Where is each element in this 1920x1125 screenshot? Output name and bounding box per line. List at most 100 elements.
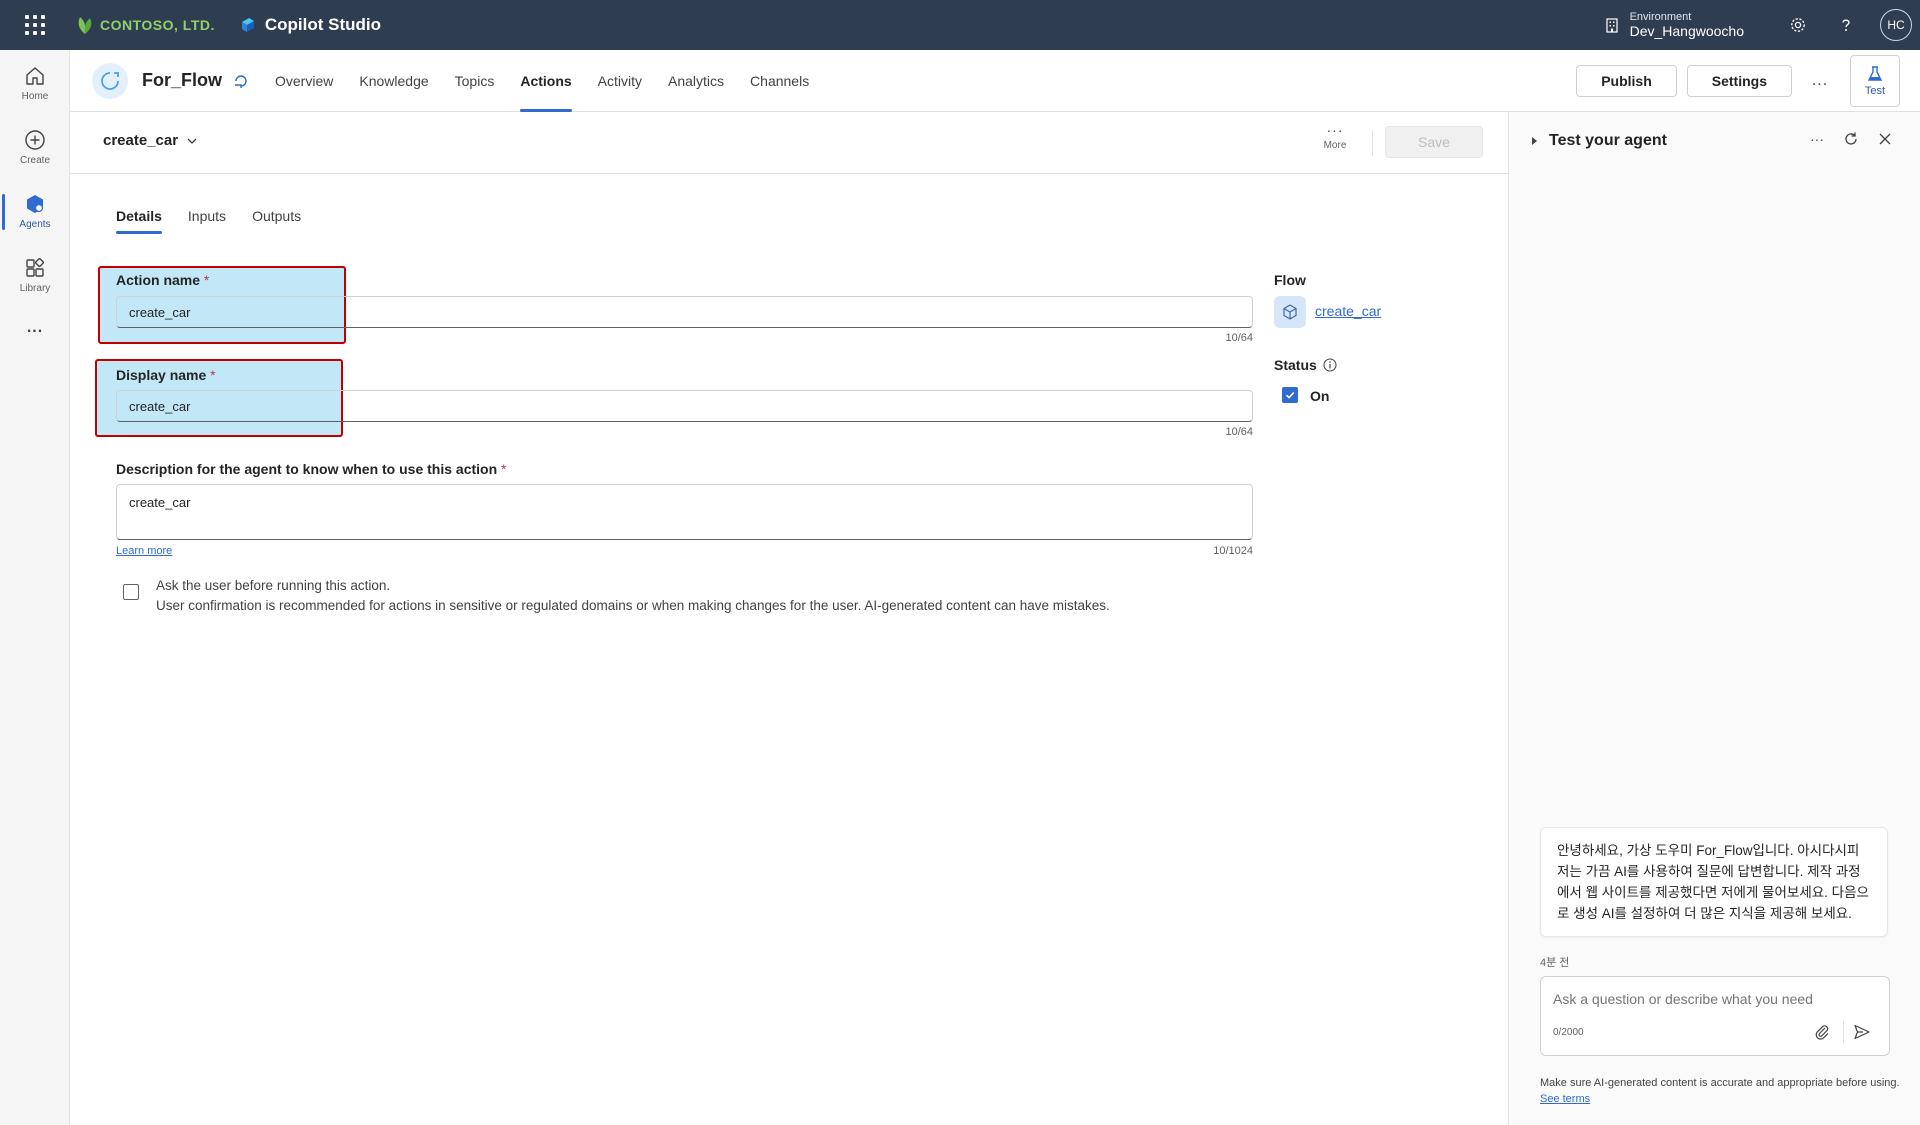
display-name-counter: 10/64 [1225, 426, 1253, 438]
agent-name: For_Flow [142, 70, 222, 90]
product-title[interactable]: Copilot Studio [239, 15, 381, 35]
settings-gear-icon[interactable] [1784, 11, 1812, 39]
test-button-label: Test [1864, 84, 1886, 97]
app-launcher-icon[interactable] [20, 10, 50, 40]
toolbar-divider [1372, 130, 1373, 156]
ask-user-checkbox[interactable] [123, 584, 139, 600]
info-icon[interactable] [1323, 358, 1337, 372]
send-icon[interactable] [1853, 1023, 1873, 1043]
tab-topics[interactable]: Topics [442, 50, 508, 112]
tab-overview[interactable]: Overview [262, 50, 346, 112]
test-panel: Test your agent ··· 안녕하세요, 가상 도우미 For_Fl… [1508, 112, 1920, 1125]
action-title-dropdown[interactable]: create_car [103, 132, 198, 149]
ask-user-text: Ask the user before running this action.… [156, 576, 1256, 616]
description-textarea[interactable]: create_car [116, 484, 1253, 540]
flow-cube-icon [1274, 296, 1306, 328]
description-label: Description for the agent to know when t… [116, 461, 507, 477]
chat-char-count: 0/2000 [1553, 1027, 1584, 1038]
header-more-button[interactable]: ... [1804, 65, 1836, 97]
tab-knowledge[interactable]: Knowledge [346, 50, 441, 112]
agent-header: For_Flow Overview Knowledge Topics Actio… [70, 50, 1920, 112]
test-panel-header[interactable]: Test your agent [1531, 132, 1667, 150]
environment-name: Dev_Hangwoocho [1629, 23, 1744, 40]
rail-label-create: Create [19, 154, 50, 166]
flow-label: Flow [1274, 272, 1306, 288]
environment-picker[interactable]: Environment Dev_Hangwoocho [1604, 11, 1744, 40]
plus-circle-icon [25, 129, 45, 150]
rail-label-library: Library [19, 282, 51, 294]
see-terms-link[interactable]: See terms [1540, 1093, 1590, 1105]
user-initials: HC [1887, 18, 1905, 32]
building-icon [1605, 18, 1618, 33]
message-timestamp: 4분 전 [1540, 957, 1570, 969]
home-icon [26, 66, 44, 85]
help-icon[interactable] [1832, 11, 1860, 39]
status-value: On [1310, 388, 1330, 404]
more-label: More [1323, 140, 1347, 151]
tab-channels[interactable]: Channels [737, 50, 822, 112]
tab-actions[interactable]: Actions [507, 50, 584, 112]
close-icon[interactable] [1876, 130, 1894, 148]
more-button[interactable]: ··· More [1310, 122, 1360, 160]
top-bar: CONTOSO, LTD. Copilot Studio Environment… [0, 0, 1920, 50]
checkmark-icon [1285, 392, 1295, 399]
settings-button[interactable]: Settings [1686, 65, 1792, 97]
learn-more-link[interactable]: Learn more [116, 545, 172, 557]
product-name: Copilot Studio [264, 15, 382, 34]
test-panel-title: Test your agent [1549, 132, 1667, 149]
agent-nav-tabs: Overview Knowledge Topics Actions Activi… [262, 50, 822, 112]
subtab-inputs[interactable]: Inputs [188, 208, 226, 234]
library-icon [26, 257, 45, 277]
bot-message: 안녕하세요, 가상 도우미 For_Flow입니다. 아시다시피 저는 가끔 A… [1540, 827, 1888, 937]
ask-user-description: User confirmation is recommended for act… [156, 598, 1110, 613]
subtab-details[interactable]: Details [116, 208, 162, 234]
agent-flow-icon[interactable] [232, 72, 250, 90]
refresh-icon[interactable] [1842, 130, 1860, 148]
attach-icon[interactable] [1813, 1023, 1833, 1043]
action-subtabs: Details Inputs Outputs [116, 208, 301, 234]
display-name-label: Display name * [116, 367, 216, 383]
user-avatar[interactable]: HC [1880, 9, 1912, 41]
environment-label: Environment [1629, 10, 1692, 23]
leaf-icon [78, 17, 92, 34]
rail-label-home: Home [21, 90, 49, 102]
chat-composer: 0/2000 [1540, 976, 1890, 1056]
test-button[interactable]: Test [1850, 55, 1900, 107]
action-title: create_car [103, 132, 179, 149]
rail-label-agents: Agents [19, 218, 51, 230]
action-name-counter: 10/64 [1225, 332, 1253, 344]
action-toolbar: create_car ··· More Save [70, 112, 1508, 174]
agents-icon [27, 194, 44, 213]
subtab-outputs[interactable]: Outputs [252, 208, 301, 234]
chat-input[interactable] [1553, 989, 1873, 1009]
org-logo: CONTOSO, LTD. [76, 15, 215, 35]
beaker-icon [1867, 65, 1883, 81]
disclaimer-text: Make sure AI-generated content is accura… [1540, 1077, 1900, 1089]
tab-activity[interactable]: Activity [585, 50, 655, 112]
status-label: Status [1274, 357, 1337, 373]
test-more-icon[interactable]: ··· [1808, 130, 1826, 148]
tab-analytics[interactable]: Analytics [655, 50, 737, 112]
flow-link[interactable]: create_car [1315, 303, 1381, 319]
more-horizontal-icon: ... [26, 319, 44, 336]
more-horizontal-icon: ··· [1326, 122, 1344, 138]
status-checkbox[interactable] [1282, 387, 1298, 403]
rail-item-library[interactable]: Library [0, 246, 70, 304]
chevron-down-icon [187, 138, 197, 144]
rail-item-create[interactable]: Create [0, 118, 70, 176]
rail-item-agents[interactable]: Agents [0, 182, 70, 240]
action-name-input[interactable] [116, 296, 1253, 328]
composer-divider [1843, 1021, 1844, 1043]
save-button[interactable]: Save [1385, 126, 1483, 158]
ai-disclaimer: Make sure AI-generated content is accura… [1540, 1075, 1900, 1107]
description-counter: 10/1024 [1213, 545, 1253, 557]
org-name: CONTOSO, LTD. [100, 17, 215, 33]
caret-right-icon [1532, 137, 1537, 145]
rail-item-home[interactable]: Home [0, 54, 70, 112]
action-editor: create_car ··· More Save Details Inputs … [70, 112, 1508, 1125]
action-name-label: Action name * [116, 272, 210, 288]
publish-button[interactable]: Publish [1576, 65, 1677, 97]
rail-more-button[interactable]: ... [0, 308, 70, 348]
display-name-input[interactable] [116, 390, 1253, 422]
agent-avatar-icon [92, 62, 128, 99]
